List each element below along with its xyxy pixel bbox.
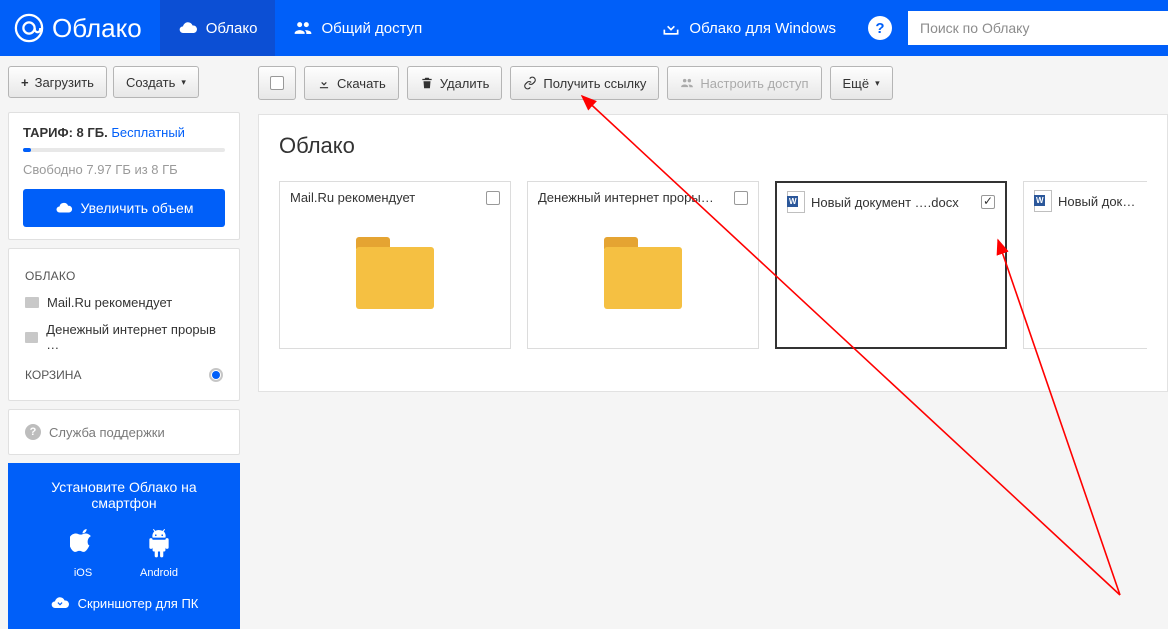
sidebar-folder-item[interactable]: Mail.Ru рекомендует — [23, 289, 225, 316]
file-tile-folder[interactable]: Mail.Ru рекомендует — [279, 181, 511, 349]
checkbox-icon — [270, 76, 284, 90]
word-doc-icon — [787, 191, 805, 213]
download-icon — [317, 76, 331, 90]
trash-indicator[interactable] — [209, 368, 223, 382]
android-app-link[interactable]: Android — [140, 529, 178, 579]
tile-checkbox[interactable] — [981, 195, 995, 209]
file-tile-doc[interactable]: Новый докумен — [1023, 181, 1147, 349]
question-icon: ? — [25, 424, 41, 440]
toolbar: Скачать Удалить Получить ссылку Настроит… — [258, 66, 1168, 100]
folder-label: Денежный интернет прорыв … — [46, 322, 223, 352]
android-icon — [146, 529, 172, 559]
file-tile-doc[interactable]: Новый документ ….docx — [775, 181, 1007, 349]
people-icon — [293, 18, 313, 38]
increase-storage-button[interactable]: Увеличить объем — [23, 189, 225, 227]
create-button[interactable]: Создать ▾ — [113, 66, 199, 98]
folder-icon — [604, 247, 682, 309]
tile-label: Новый докумен — [1058, 194, 1137, 209]
top-bar: Облако Облако Общий доступ Облако для Wi… — [0, 0, 1168, 56]
sidebar-folder-item[interactable]: Денежный интернет прорыв … — [23, 316, 225, 358]
word-doc-icon — [1034, 190, 1052, 212]
folder-icon — [25, 297, 39, 308]
search-box[interactable] — [908, 11, 1168, 45]
trash-icon — [420, 76, 434, 90]
tile-label: Mail.Ru рекомендует — [290, 190, 478, 205]
tile-checkbox[interactable] — [486, 191, 500, 205]
configure-access-button[interactable]: Настроить доступ — [667, 66, 821, 100]
delete-label: Удалить — [440, 76, 490, 91]
nav-panel: ОБЛАКО Mail.Ru рекомендует Денежный инте… — [8, 248, 240, 401]
configure-access-label: Настроить доступ — [700, 76, 808, 91]
mobile-promo: Установите Облако на смартфон iOS Androi… — [8, 463, 240, 629]
folder-icon — [25, 332, 38, 343]
windows-promo-label: Облако для Windows — [689, 20, 836, 37]
sidebar: + Загрузить Создать ▾ ТАРИФ: 8 ГБ. Беспл… — [0, 56, 248, 629]
support-panel: ? Служба поддержки — [8, 409, 240, 455]
search-input[interactable] — [920, 20, 1160, 36]
heading-trash: КОРЗИНА — [25, 368, 81, 382]
tab-shared-label: Общий доступ — [321, 20, 422, 37]
tile-label: Денежный интернет проры… — [538, 190, 726, 205]
heading-cloud: ОБЛАКО — [25, 269, 225, 283]
get-link-button[interactable]: Получить ссылку — [510, 66, 659, 100]
select-all-checkbox[interactable] — [258, 66, 296, 100]
upload-button[interactable]: + Загрузить — [8, 66, 107, 98]
ios-label: iOS — [74, 567, 92, 579]
tile-checkbox[interactable] — [734, 191, 748, 205]
tab-shared[interactable]: Общий доступ — [275, 0, 440, 56]
delete-button[interactable]: Удалить — [407, 66, 503, 100]
create-button-label: Создать — [126, 75, 175, 90]
tariff-line: ТАРИФ: 8 ГБ. Бесплатный — [23, 125, 225, 140]
download-button[interactable]: Скачать — [304, 66, 399, 100]
windows-promo[interactable]: Облако для Windows — [643, 0, 854, 56]
help-button[interactable]: ? — [868, 16, 892, 40]
storage-gauge — [23, 148, 225, 152]
support-link[interactable]: ? Служба поддержки — [25, 424, 223, 440]
more-label: Ещё — [843, 76, 870, 91]
download-label: Скачать — [337, 76, 386, 91]
content-panel: Облако Mail.Ru рекомендует Денежный инте… — [258, 114, 1168, 392]
people-icon — [680, 76, 694, 90]
logo[interactable]: Облако — [0, 13, 160, 44]
get-link-label: Получить ссылку — [543, 76, 646, 91]
at-icon — [14, 13, 44, 43]
cloud-icon — [178, 18, 198, 38]
tab-cloud[interactable]: Облако — [160, 0, 276, 56]
ios-app-link[interactable]: iOS — [70, 529, 96, 579]
android-label: Android — [140, 567, 178, 579]
cloud-download-icon — [50, 593, 70, 613]
page-title: Облако — [279, 133, 1147, 159]
chevron-down-icon: ▾ — [181, 77, 186, 88]
download-box-icon — [661, 18, 681, 38]
logo-text: Облако — [52, 13, 142, 44]
tile-label: Новый документ ….docx — [811, 195, 973, 210]
screenshoter-label: Скриншотер для ПК — [78, 596, 199, 611]
file-tile-folder[interactable]: Денежный интернет проры… — [527, 181, 759, 349]
folder-icon — [356, 247, 434, 309]
main-area: Скачать Удалить Получить ссылку Настроит… — [248, 56, 1168, 629]
apple-icon — [70, 529, 96, 559]
support-label: Служба поддержки — [49, 425, 165, 440]
cloud-icon — [55, 199, 73, 217]
promo-title: Установите Облако на смартфон — [22, 479, 226, 511]
free-space-text: Свободно 7.97 ГБ из 8 ГБ — [23, 162, 225, 177]
upload-button-label: Загрузить — [35, 75, 94, 90]
folder-label: Mail.Ru рекомендует — [47, 295, 172, 310]
tab-cloud-label: Облако — [206, 20, 258, 37]
more-button[interactable]: Ещё ▾ — [830, 66, 893, 100]
tariff-panel: ТАРИФ: 8 ГБ. Бесплатный Свободно 7.97 ГБ… — [8, 112, 240, 240]
link-icon — [523, 76, 537, 90]
tariff-plan-link[interactable]: Бесплатный — [111, 125, 185, 140]
screenshoter-link[interactable]: Скриншотер для ПК — [22, 593, 226, 613]
chevron-down-icon: ▾ — [875, 78, 880, 89]
tariff-label: ТАРИФ: 8 ГБ. — [23, 125, 108, 140]
increase-storage-label: Увеличить объем — [81, 200, 194, 216]
